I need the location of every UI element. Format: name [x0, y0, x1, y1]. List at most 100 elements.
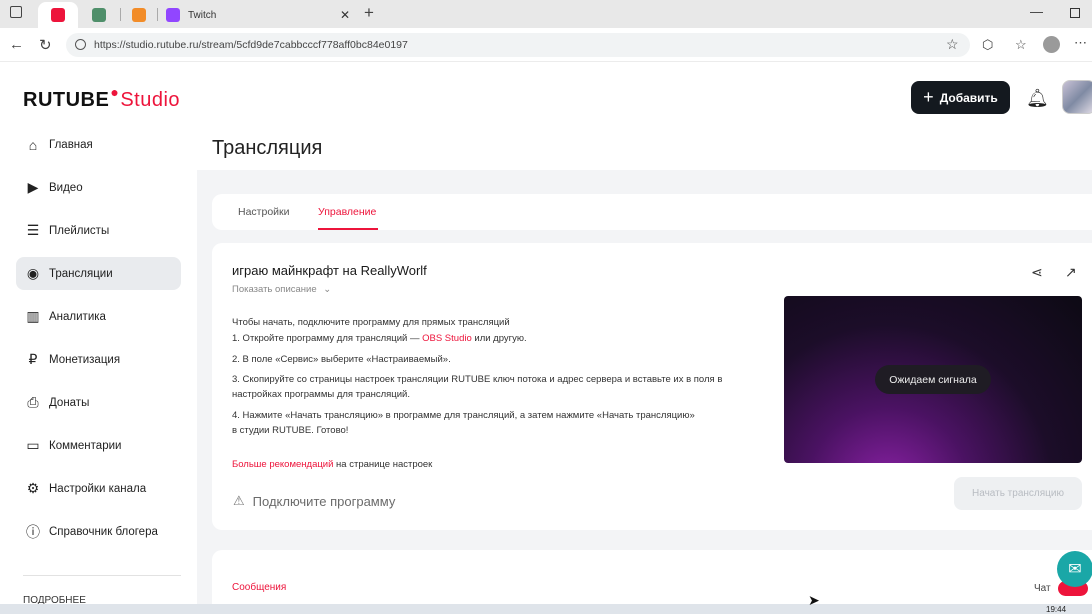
connect-warning-text: Подключите программу: [252, 493, 396, 509]
more-recommendations: Больше рекомендаций на странице настроек: [232, 457, 742, 472]
sidebar-item-comments[interactable]: ▭ Комментарии: [16, 429, 181, 462]
taskbar-clock: 19:44: [1046, 605, 1067, 614]
more-options-icon[interactable]: ⋯: [1074, 35, 1087, 51]
instruction-step-2: 2. В поле «Сервис» выберите «Настраиваем…: [232, 354, 451, 365]
sidebar-item-analytics[interactable]: ▥ Аналитика: [16, 300, 181, 333]
broadcast-icon: ◉: [26, 265, 40, 281]
new-tab-icon[interactable]: +: [364, 3, 374, 23]
rutube-studio-logo[interactable]: RUTUBE ● Studio: [23, 84, 181, 112]
os-taskbar: [0, 604, 1092, 614]
ruble-icon: ₽: [28, 351, 38, 367]
chat-bubble-icon: ✉: [1068, 561, 1082, 578]
more-recommendations-link[interactable]: Больше рекомендаций: [232, 459, 333, 470]
window-menu-icon[interactable]: [10, 6, 22, 18]
donate-icon: ⎙: [27, 394, 39, 410]
mouse-cursor-icon: ➤: [808, 592, 820, 608]
browser-tab-2[interactable]: [88, 2, 118, 28]
warning-icon: ⚠: [233, 493, 245, 508]
analytics-icon: ▥: [26, 308, 40, 324]
instruction-step-3: 3. Скопируйте со страницы настроек транс…: [232, 374, 723, 400]
boosty-favicon-icon: [132, 8, 146, 22]
gear-icon: ⚙: [26, 480, 40, 496]
connect-program-warning: ⚠ Подключите программу: [233, 493, 395, 509]
add-button-label: Добавить: [939, 90, 998, 105]
sidebar-item-blogger-guide[interactable]: ⓘ Справочник блогера: [16, 515, 181, 548]
playlist-icon: ☰: [26, 222, 40, 238]
comment-icon: ▭: [26, 437, 40, 453]
page-title: Трансляция: [212, 137, 323, 159]
minimize-icon[interactable]: —: [1030, 4, 1043, 19]
notifications-bell-icon[interactable]: 🔔︎: [1026, 88, 1049, 109]
start-broadcast-button[interactable]: Начать трансляцию: [954, 477, 1082, 510]
close-tab-icon[interactable]: ✕: [340, 8, 350, 22]
browser-tab-twitch[interactable]: Twitch ✕: [162, 2, 356, 28]
site-info-icon[interactable]: [75, 39, 86, 50]
sidebar-item-label: Трансляции: [49, 267, 113, 280]
support-chat-button[interactable]: ✉: [1057, 551, 1092, 587]
tab-settings[interactable]: Настройки: [238, 206, 290, 218]
tab-management[interactable]: Управление: [318, 206, 376, 218]
add-button[interactable]: + Добавить: [911, 81, 1010, 114]
browser-address-bar: ← ↻ https://studio.rutube.ru/stream/5cfd…: [0, 28, 1092, 62]
stream-title: играю майнкрафт на ReallyWorlf: [232, 263, 427, 278]
sidebar-item-broadcasts[interactable]: ◉ Трансляции: [16, 257, 181, 290]
tab-title: Twitch: [188, 9, 217, 21]
twitch-favicon-icon: [166, 8, 180, 22]
waiting-signal-badge: Ожидаем сигнала: [875, 365, 991, 394]
user-avatar[interactable]: [1062, 80, 1092, 114]
instructions-heading: Чтобы начать, подключите программу для п…: [232, 317, 510, 328]
extensions-icon[interactable]: ⬡: [982, 37, 993, 53]
sidebar-item-label: Плейлисты: [49, 224, 110, 237]
back-arrow-icon[interactable]: ←: [9, 36, 24, 53]
obs-studio-link[interactable]: OBS Studio: [422, 333, 472, 344]
url-text: https://studio.rutube.ru/stream/5cfd9de7…: [94, 39, 408, 51]
restore-icon[interactable]: [1070, 8, 1080, 18]
chat-label: Чат: [1034, 583, 1051, 594]
sidebar-item-video[interactable]: ▶ Видео: [16, 171, 181, 204]
sidebar-divider: [23, 575, 181, 576]
profile-avatar-icon[interactable]: [1043, 36, 1060, 53]
sidebar-item-label: Главная: [49, 138, 93, 151]
sidebar-item-donations[interactable]: ⎙ Донаты: [16, 386, 181, 419]
more-recommendations-suffix: на странице настроек: [333, 459, 433, 470]
tab-separator: [120, 8, 121, 21]
rutube-favicon-icon: [51, 8, 65, 22]
sidebar-item-playlists[interactable]: ☰ Плейлисты: [16, 214, 181, 247]
sidebar-item-label: Справочник блогера: [49, 525, 158, 538]
sidebar-item-label: Донаты: [49, 396, 90, 409]
messages-tab[interactable]: Сообщения: [232, 582, 286, 593]
info-icon: ⓘ: [26, 523, 40, 540]
sidebar-item-channel-settings[interactable]: ⚙ Настройки канала: [16, 472, 181, 505]
step1-suffix: или другую.: [471, 333, 527, 344]
sidebar-item-label: Настройки канала: [49, 482, 147, 495]
favorites-icon[interactable]: ☆: [1015, 37, 1027, 53]
browser-tab-bar: Twitch ✕ + —: [0, 0, 1092, 28]
active-tab-underline: [318, 228, 378, 230]
share-icon[interactable]: ⋖: [1031, 264, 1043, 281]
open-external-icon[interactable]: ↗: [1065, 264, 1077, 281]
tab-separator: [157, 8, 158, 21]
favorite-star-icon[interactable]: ☆: [946, 36, 959, 53]
chevron-down-icon: ⌄: [323, 284, 332, 295]
sidebar-item-label: Аналитика: [49, 310, 106, 323]
reload-icon[interactable]: ↻: [39, 36, 52, 54]
plus-icon: +: [923, 87, 934, 107]
home-icon: ⌂: [28, 136, 38, 153]
sidebar-item-label: Монетизация: [49, 353, 121, 366]
sidebar-item-monetization[interactable]: ₽ Монетизация: [16, 343, 181, 376]
sidebar-item-label: Комментарии: [49, 439, 122, 452]
step1-prefix: 1. Откройте программу для трансляций —: [232, 333, 423, 344]
instruction-step-1: 1. Откройте программу для трансляций — O…: [232, 331, 742, 346]
browser-tab-3[interactable]: [128, 2, 152, 28]
browser-tab-rutube[interactable]: [38, 2, 78, 28]
cube-favicon-icon: [92, 8, 106, 22]
logo-dot: ●: [110, 84, 120, 100]
sidebar-item-home[interactable]: ⌂ Главная: [16, 128, 181, 161]
logo-suffix: Studio: [120, 89, 181, 111]
url-field[interactable]: https://studio.rutube.ru/stream/5cfd9de7…: [66, 33, 970, 57]
show-description-label: Показать описание: [232, 284, 317, 295]
sidebar-nav: ⌂ Главная ▶ Видео ☰ Плейлисты ◉ Трансляц…: [16, 128, 181, 558]
instruction-step-4: 4. Нажмите «Начать трансляцию» в програм…: [232, 410, 695, 436]
show-description-toggle[interactable]: Показать описание ⌄: [232, 284, 331, 295]
sidebar-item-label: Видео: [49, 181, 83, 194]
